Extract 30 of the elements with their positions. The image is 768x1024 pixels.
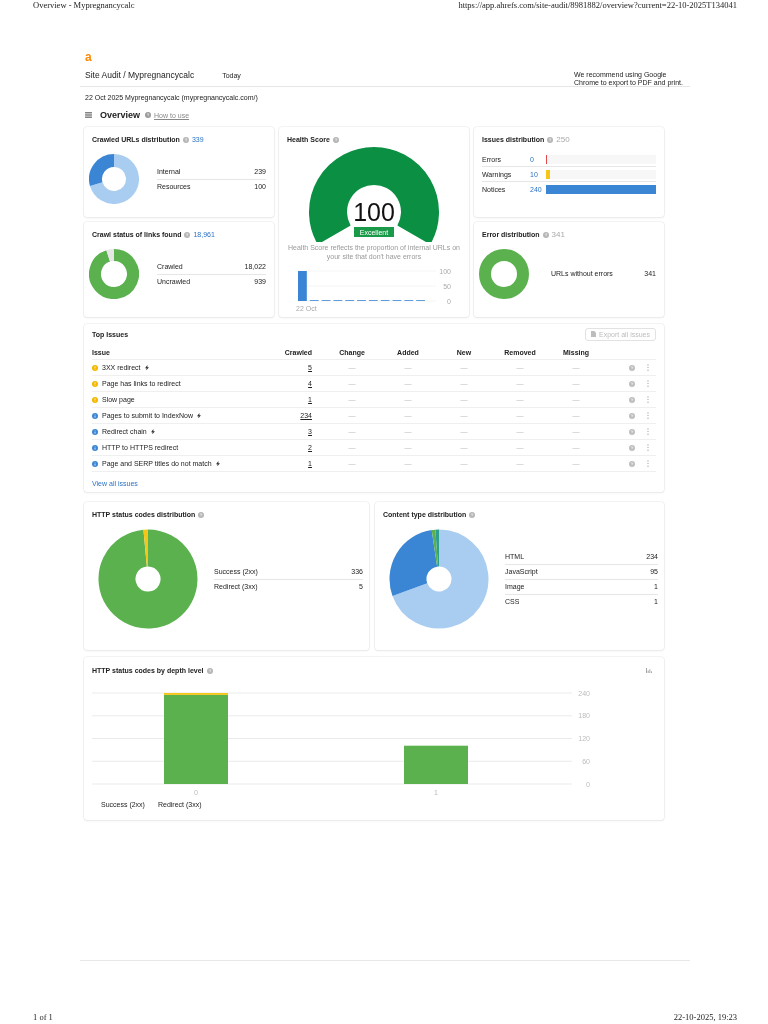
help-icon[interactable] [629,396,635,403]
logo: a [85,50,93,64]
help-icon[interactable] [198,511,205,518]
chart-bar [404,745,468,784]
total-count: 250 [556,135,570,144]
help-icon[interactable] [629,444,635,451]
help-icon[interactable] [542,231,549,238]
help-icon[interactable] [629,460,635,467]
page-title: Overview - Mypregnancycalc [33,0,135,10]
help-icon[interactable] [629,412,635,419]
help-icon[interactable] [145,112,152,118]
help-icon[interactable] [206,667,213,674]
help-icon[interactable] [332,136,339,143]
page-url: https://app.ahrefs.com/site-audit/8981882/overview?current=22-10-2025T134041 [458,0,737,10]
breadcrumb: Site Audit / Mypregnancycalc [85,70,195,80]
page-heading: Overview [100,110,141,120]
help-icon[interactable] [629,428,635,435]
menu-icon[interactable] [85,112,92,118]
help-icon[interactable] [184,231,191,238]
score-value: 100 [353,198,395,226]
total-count: 341 [551,230,565,239]
help-icon[interactable] [182,136,189,143]
page-count: 1 of 1 [33,1012,53,1022]
bar-chart-icon[interactable] [646,668,652,673]
print-date: 22-10-2025, 19:23 [673,1012,737,1022]
help-icon[interactable] [629,364,635,371]
help-icon[interactable] [547,136,554,143]
help-icon[interactable] [469,511,476,518]
help-icon[interactable] [629,380,635,387]
document-icon [591,331,597,337]
